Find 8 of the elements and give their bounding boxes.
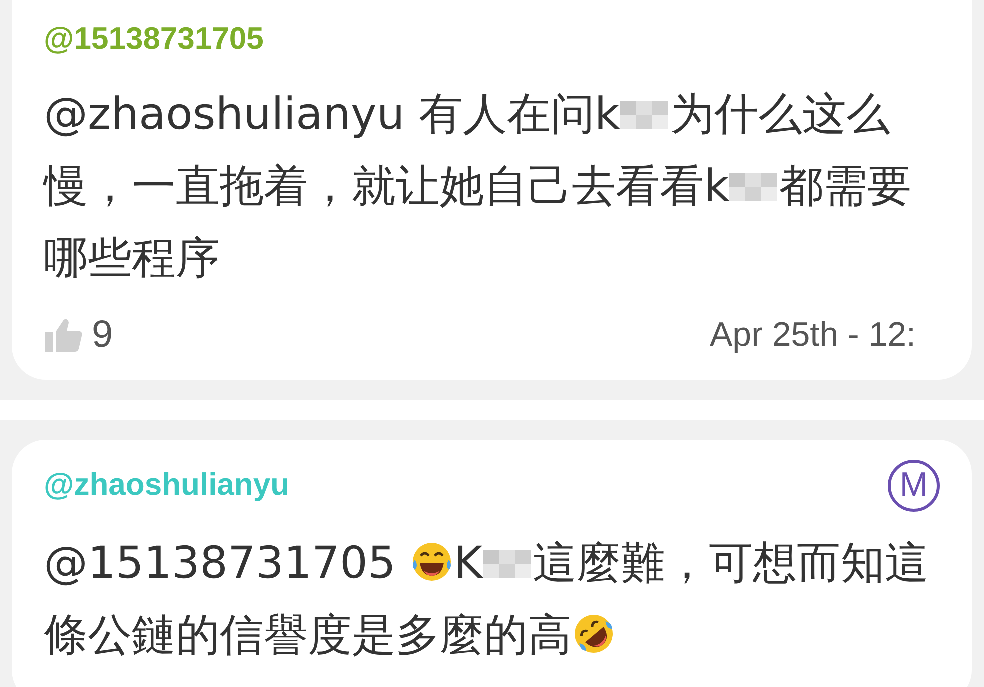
comment-text: @zhaoshulianyu 有人在问k 为什么这么慢，一直拖着，就让她自己去看看k 都需要哪些程序 bbox=[44, 88, 912, 286]
comment-author[interactable]: @zhaoshulianyu bbox=[44, 462, 290, 509]
thumbs-up-icon[interactable] bbox=[44, 317, 84, 353]
comment-timestamp: Apr 25th - 12: bbox=[710, 314, 916, 356]
comment-author[interactable]: @15138731705 bbox=[44, 16, 264, 62]
moderator-badge: M bbox=[888, 460, 940, 512]
like-count: 9 bbox=[92, 312, 114, 358]
comment-text: @15138731705 K 這麼難，可想而知這條公鏈的信譽度是多麼的高 bbox=[44, 536, 930, 662]
